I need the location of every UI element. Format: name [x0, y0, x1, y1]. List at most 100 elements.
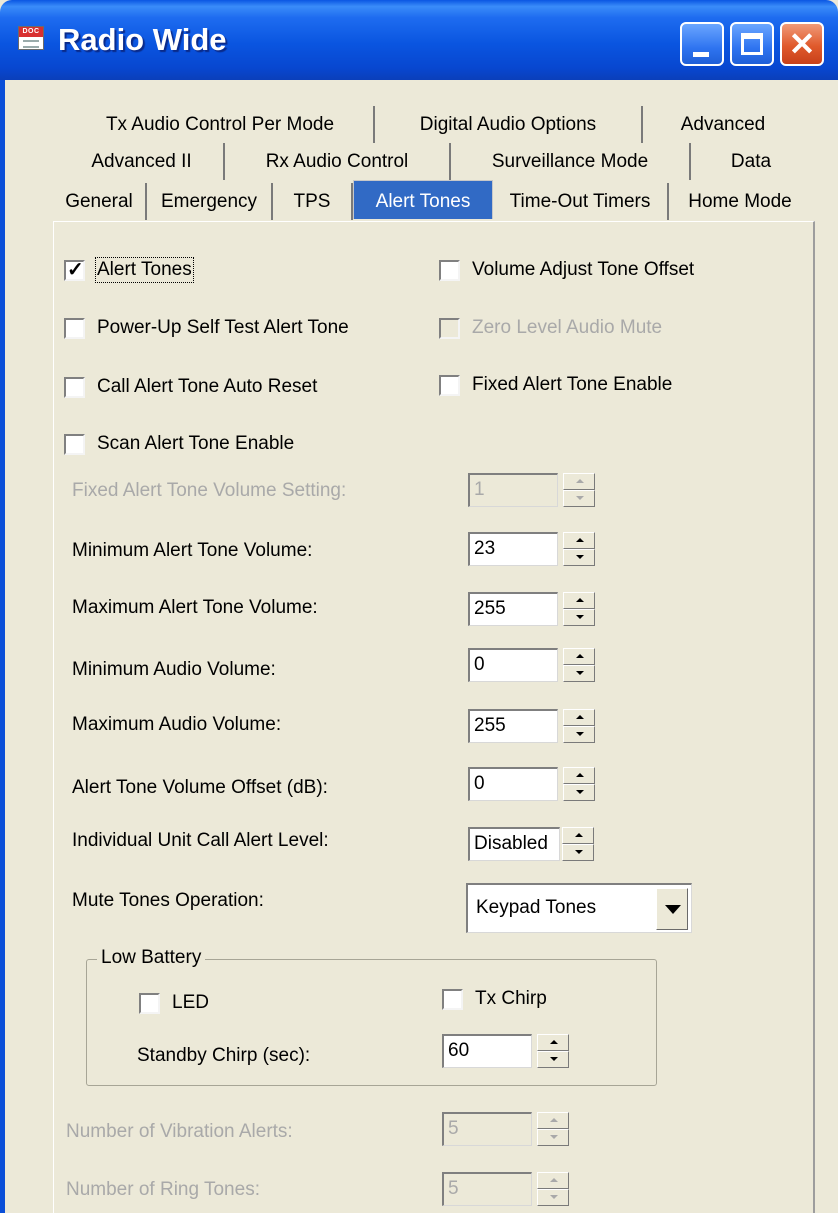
tab-tx-audio-control-per-mode[interactable]: Tx Audio Control Per Mode	[67, 106, 375, 143]
spin-up-icon	[537, 1112, 569, 1129]
max-alert-tone-volume-label: Maximum Alert Tone Volume:	[72, 597, 318, 618]
fixed-alert-tone-enable-label: Fixed Alert Tone Enable	[472, 374, 673, 395]
spin-up-icon[interactable]	[563, 767, 595, 784]
min-alert-tone-volume-spinner[interactable]: 23	[468, 532, 595, 566]
spin-down-icon	[537, 1129, 569, 1146]
tab-rx-audio-control[interactable]: Rx Audio Control	[225, 143, 451, 180]
min-audio-volume-field[interactable]: 0	[468, 648, 558, 682]
fixed-alert-tone-enable-checkbox[interactable]: Fixed Alert Tone Enable	[439, 374, 672, 396]
low-battery-legend: Low Battery	[97, 947, 206, 969]
alert-tone-volume-offset-field[interactable]: 0	[468, 767, 558, 801]
tab-alert-tones[interactable]: Alert Tones	[353, 180, 493, 219]
max-alert-tone-volume-spinner[interactable]: 255	[468, 592, 595, 626]
num-ring-tones-spinner: 5	[442, 1172, 569, 1206]
tab-home-mode[interactable]: Home Mode	[669, 183, 811, 220]
mute-tones-operation-label: Mute Tones Operation:	[72, 890, 264, 911]
max-alert-tone-volume-field[interactable]: 255	[468, 592, 558, 626]
doc-icon-label: DOC	[19, 27, 43, 37]
led-label: LED	[172, 992, 209, 1013]
checkbox-box	[439, 317, 460, 339]
fixed-alert-tone-volume-spinner: 1	[468, 473, 595, 507]
spin-up-icon[interactable]	[563, 709, 595, 726]
max-audio-volume-label: Maximum Audio Volume:	[72, 714, 282, 735]
tab-digital-audio-options[interactable]: Digital Audio Options	[375, 106, 643, 143]
min-alert-tone-volume-label: Minimum Alert Tone Volume:	[72, 540, 313, 561]
close-button[interactable]: ✕	[780, 22, 824, 66]
tx-chirp-label: Tx Chirp	[475, 988, 547, 1009]
max-audio-volume-spinner[interactable]: 255	[468, 709, 595, 743]
individual-call-alert-level-spinner[interactable]: Disabled	[468, 827, 594, 861]
alert-tone-volume-offset-spinner[interactable]: 0	[468, 767, 595, 801]
standby-chirp-spinner[interactable]: 60	[442, 1034, 569, 1068]
spin-up-icon[interactable]	[537, 1034, 569, 1051]
spin-up-icon[interactable]	[563, 648, 595, 665]
spin-down-icon	[537, 1189, 569, 1206]
standby-chirp-field[interactable]: 60	[442, 1034, 532, 1068]
checkbox-box	[64, 317, 85, 339]
spin-down-icon[interactable]	[563, 549, 595, 566]
tab-emergency[interactable]: Emergency	[147, 183, 273, 220]
tab-data[interactable]: Data	[691, 143, 811, 180]
zero-level-audio-mute-checkbox: Zero Level Audio Mute	[439, 317, 662, 339]
spin-down-icon[interactable]	[563, 726, 595, 743]
tab-surveillance-mode[interactable]: Surveillance Mode	[451, 143, 691, 180]
num-vibration-alerts-spinner: 5	[442, 1112, 569, 1146]
min-audio-volume-spinner[interactable]: 0	[468, 648, 595, 682]
window-title: Radio Wide	[58, 22, 227, 57]
spin-down-icon[interactable]	[563, 665, 595, 682]
call-alert-auto-reset-checkbox[interactable]: Call Alert Tone Auto Reset	[64, 376, 317, 398]
min-alert-tone-volume-field[interactable]: 23	[468, 532, 558, 566]
minimize-button[interactable]	[680, 22, 724, 66]
checkbox-box	[139, 992, 160, 1014]
alert-tones-checkbox[interactable]: ✓ Alert Tones	[64, 257, 194, 283]
tab-row-3: General Emergency TPS Alert Tones Time-O…	[53, 180, 811, 220]
tx-chirp-checkbox[interactable]: Tx Chirp	[442, 988, 547, 1010]
mute-tones-operation-dropdown[interactable]: Keypad Tones	[466, 883, 692, 933]
spin-up-icon[interactable]	[562, 827, 594, 844]
title-bar[interactable]: DOC Radio Wide ✕	[0, 0, 838, 80]
spin-up-icon[interactable]	[563, 592, 595, 609]
alert-tones-label: Alert Tones	[95, 257, 194, 283]
standby-chirp-label: Standby Chirp (sec):	[137, 1045, 311, 1066]
individual-call-alert-level-label: Individual Unit Call Alert Level:	[72, 830, 329, 851]
volume-adjust-tone-offset-checkbox[interactable]: Volume Adjust Tone Offset	[439, 259, 694, 281]
chevron-down-icon[interactable]	[656, 888, 688, 930]
check-icon: ✓	[67, 258, 84, 281]
maximize-button[interactable]	[730, 22, 774, 66]
tab-advanced[interactable]: Advanced	[643, 106, 803, 143]
max-audio-volume-field[interactable]: 255	[468, 709, 558, 743]
volume-adjust-tone-offset-label: Volume Adjust Tone Offset	[472, 259, 695, 280]
close-icon: ✕	[788, 26, 816, 62]
spin-up-icon	[563, 473, 595, 490]
zero-level-audio-mute-label: Zero Level Audio Mute	[472, 317, 663, 338]
maximize-icon	[741, 33, 763, 55]
alert-tone-volume-offset-label: Alert Tone Volume Offset (dB):	[72, 777, 328, 798]
power-up-self-test-checkbox[interactable]: Power-Up Self Test Alert Tone	[64, 317, 349, 339]
checkbox-box	[442, 988, 463, 1010]
led-checkbox[interactable]: LED	[139, 992, 209, 1014]
doc-icon[interactable]: DOC	[18, 26, 44, 50]
tab-advanced-ii[interactable]: Advanced II	[60, 143, 225, 180]
individual-call-alert-level-field[interactable]: Disabled	[468, 827, 560, 861]
minimize-icon	[693, 52, 709, 57]
tab-time-out-timers[interactable]: Time-Out Timers	[493, 183, 669, 220]
spin-down-icon[interactable]	[563, 784, 595, 801]
min-audio-volume-label: Minimum Audio Volume:	[72, 659, 276, 680]
spin-up-icon[interactable]	[563, 532, 595, 549]
tab-row-1: Tx Audio Control Per Mode Digital Audio …	[67, 106, 803, 143]
num-ring-tones-label: Number of Ring Tones:	[66, 1179, 260, 1200]
tab-general[interactable]: General	[53, 183, 147, 220]
spin-up-icon	[537, 1172, 569, 1189]
spin-down-icon	[563, 490, 595, 507]
checkbox-box	[439, 374, 460, 396]
spin-down-icon[interactable]	[537, 1051, 569, 1068]
power-up-self-test-label: Power-Up Self Test Alert Tone	[97, 317, 349, 338]
scan-alert-tone-enable-label: Scan Alert Tone Enable	[97, 433, 295, 454]
call-alert-auto-reset-label: Call Alert Tone Auto Reset	[97, 376, 318, 397]
spin-down-icon[interactable]	[562, 844, 594, 861]
tab-tps[interactable]: TPS	[273, 183, 353, 220]
spin-down-icon[interactable]	[563, 609, 595, 626]
fixed-alert-tone-volume-label: Fixed Alert Tone Volume Setting:	[72, 480, 347, 501]
scan-alert-tone-enable-checkbox[interactable]: Scan Alert Tone Enable	[64, 433, 294, 455]
checkbox-box: ✓	[64, 258, 85, 281]
